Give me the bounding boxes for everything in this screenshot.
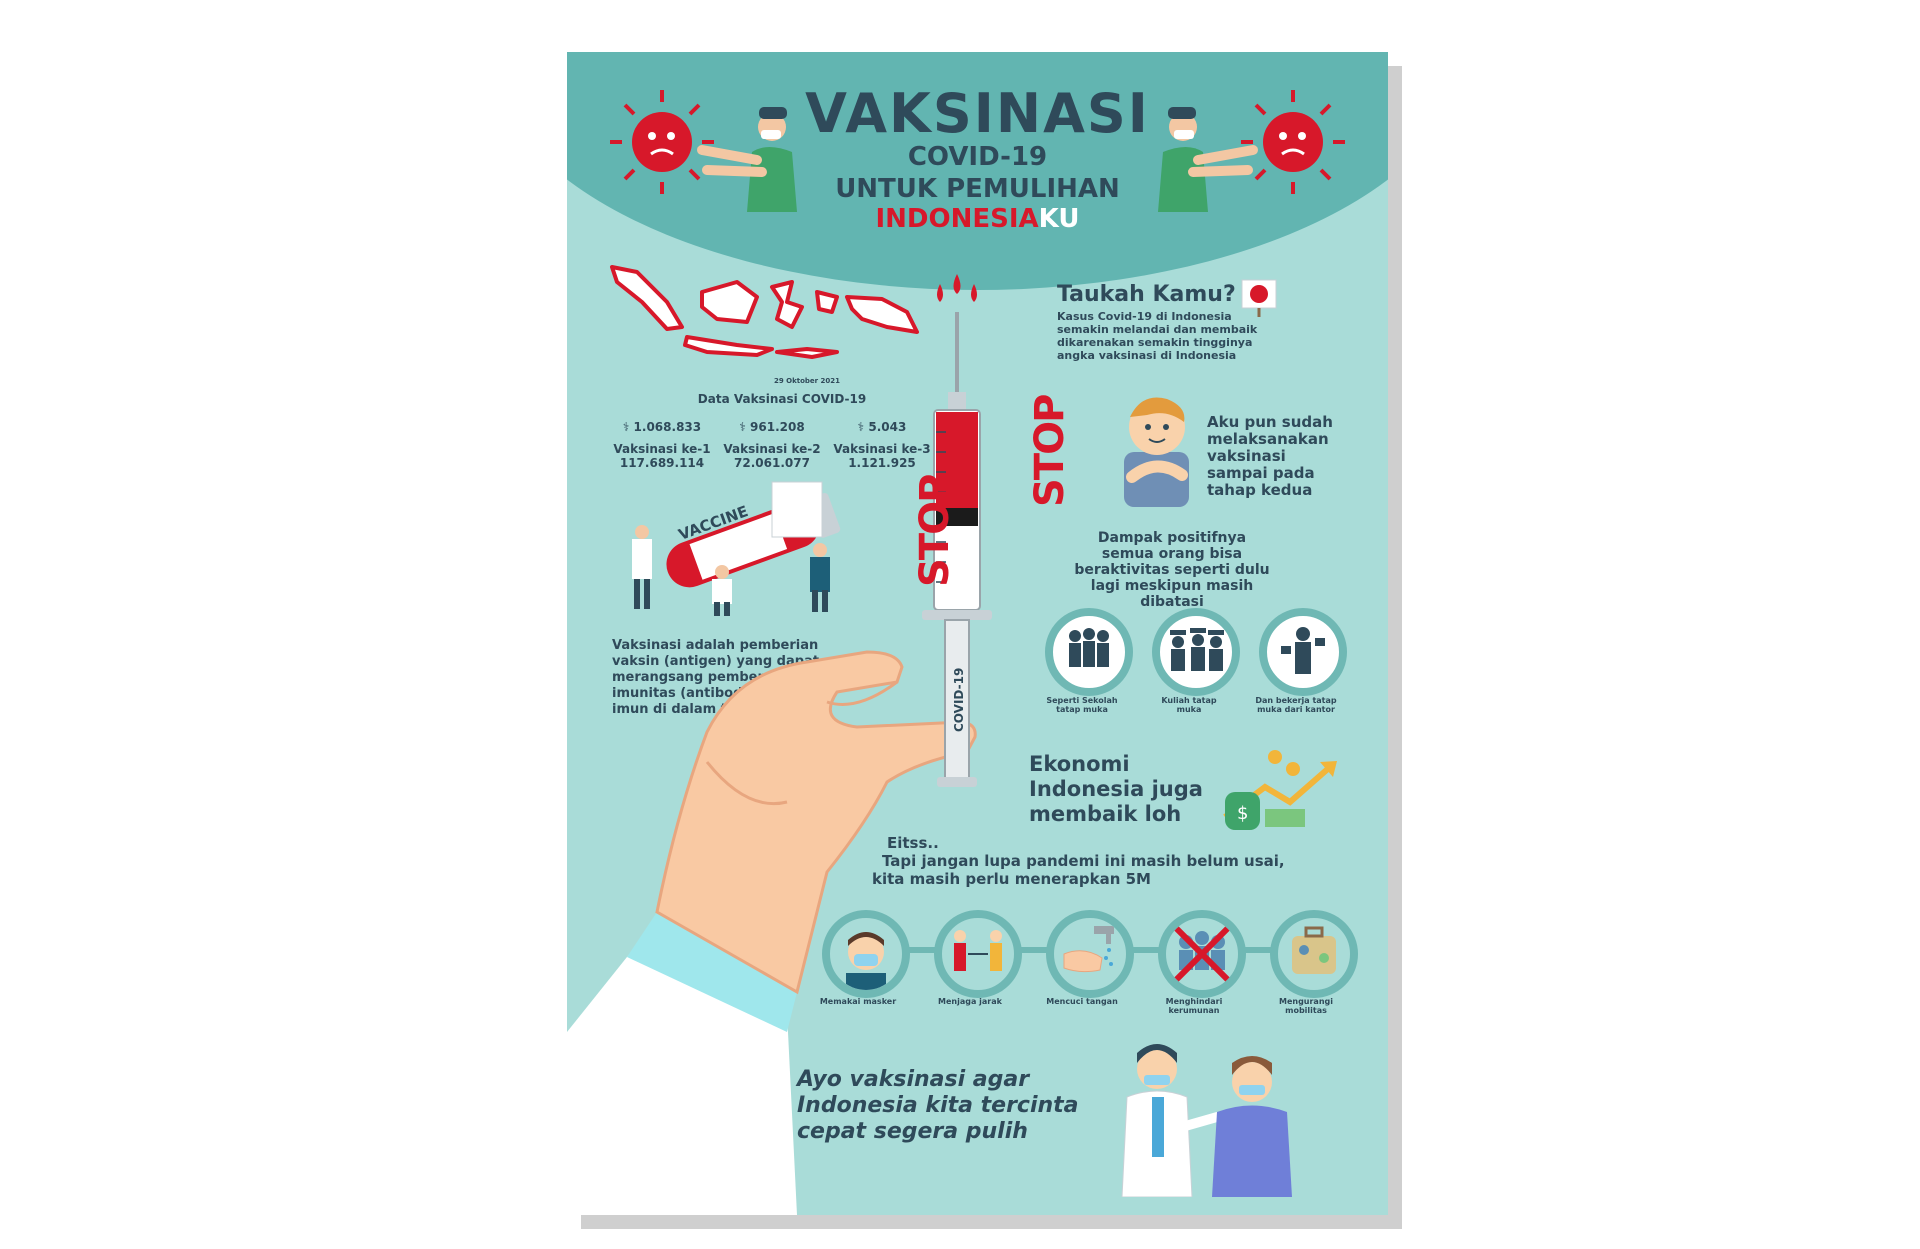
- vaccinated-kid-illustration: [1124, 397, 1189, 507]
- activity-caption-school: Seperti Sekolah tatap muka: [1046, 696, 1118, 714]
- five-m-circle-wash: [1046, 910, 1134, 998]
- stat-value: 117.689.114: [619, 456, 705, 470]
- title-ku: KU: [1038, 204, 1080, 234]
- reminder-line3: kita masih perlu menerapkan 5M: [872, 870, 1151, 888]
- five-m-caption-mask: Memakai masker: [819, 997, 897, 1006]
- five-m-caption-crowd: Menghindari kerumunan: [1165, 997, 1223, 1015]
- closing-text: Ayo vaksinasi agar Indonesia kita tercin…: [797, 1067, 1079, 1144]
- stat-top-value: 5.043: [868, 420, 907, 434]
- stat-top: ⚕ 961.208: [717, 420, 827, 434]
- five-m-circle-mask: [822, 910, 910, 998]
- students-icon: [1069, 628, 1109, 667]
- five-m-circle-distance: [934, 910, 1022, 998]
- activity-circle-college: [1152, 608, 1240, 696]
- graduates-icon: [1170, 628, 1224, 671]
- syringe-small-icon: ⚕: [622, 420, 630, 434]
- stop-stamp-right: STOP: [1027, 395, 1073, 507]
- activity-caption-office: Dan bekerja tatap muka dari kantor: [1255, 696, 1337, 714]
- positive-impact-text: Dampak positifnya semua orang bisa berak…: [1074, 530, 1270, 610]
- doctor-icon: [1121, 1044, 1222, 1197]
- money-growth-icon: $: [1223, 750, 1337, 830]
- luggage-icon: [1292, 926, 1336, 974]
- five-m-caption-wash: Mencuci tangan: [1046, 997, 1118, 1006]
- infographic-poster: VAKSINASI COVID-19 UNTUK PEMULIHAN INDON…: [567, 52, 1388, 1215]
- syringe-small-icon: ⚕: [857, 420, 865, 434]
- keep-distance-icon: [954, 930, 1002, 971]
- five-m-caption-distance: Menjaga jarak: [938, 997, 1002, 1006]
- syringe-covid-label: COVID-19: [952, 667, 966, 732]
- economy-text: Ekonomi Indonesia juga membaik loh: [1029, 752, 1203, 826]
- stat-value: 72.061.077: [734, 456, 810, 470]
- stat-label: Vaksinasi ke-1: [613, 442, 711, 456]
- stop-stamp-left: STOP: [912, 475, 958, 587]
- stat-dose-2: ⚕ 961.208 Vaksinasi ke-2 72.061.077: [717, 420, 827, 470]
- activity-caption-college: Kuliah tatap muka: [1161, 696, 1217, 714]
- stat-top: ⚕ 1.068.833: [607, 420, 717, 434]
- syringe-small-icon: ⚕: [739, 420, 746, 434]
- face-mask-icon: [846, 932, 886, 990]
- avoid-crowd-icon: [1173, 925, 1231, 983]
- already-vaccinated-text: Aku pun sudah melaksanakan vaksinasi sam…: [1207, 413, 1333, 499]
- reminder-line1: Eitss..: [887, 834, 939, 852]
- title-indonesia: INDONESIA: [875, 204, 1039, 234]
- activity-circle-school: [1045, 608, 1133, 696]
- did-you-know-title: Taukah Kamu?: [1057, 282, 1236, 307]
- svg-text:$: $: [1237, 803, 1248, 824]
- title-indonesiaku: INDONESIAKU: [567, 204, 1388, 234]
- title-covid: COVID-19: [907, 142, 1048, 172]
- title-untuk-pemulihan: UNTUK PEMULIHAN: [835, 174, 1120, 204]
- stat-dose-1: ⚕ 1.068.833 Vaksinasi ke-1 117.689.114: [607, 420, 717, 470]
- patient-icon: [1212, 1056, 1292, 1197]
- activity-circle-office: [1259, 608, 1347, 696]
- stat-top-value: 961.208: [750, 420, 805, 434]
- did-you-know-body: Kasus Covid-19 di Indonesia semakin mela…: [1057, 310, 1258, 362]
- wash-hands-icon: [1063, 926, 1114, 973]
- title-vaksinasi: VAKSINASI: [805, 82, 1150, 145]
- office-worker-icon: [1281, 627, 1325, 674]
- indonesia-map-icon: [610, 265, 919, 359]
- stat-top-value: 1.068.833: [633, 420, 702, 434]
- five-m-circle-crowd: [1158, 910, 1246, 998]
- data-date: 29 Oktober 2021: [773, 377, 841, 385]
- doctor-vaccinating-illustration: [1121, 1044, 1292, 1197]
- five-m-caption-mobility: Mengurangi mobilitas: [1278, 997, 1333, 1015]
- vaccine-tube-illustration: [632, 481, 841, 616]
- stat-label: Vaksinasi ke-2: [723, 442, 821, 456]
- blood-drop-icon: [937, 274, 977, 302]
- five-m-circle-mobility: [1270, 910, 1358, 998]
- data-heading: Data Vaksinasi COVID-19: [697, 392, 867, 406]
- reminder-line2: Tapi jangan lupa pandemi ini masih belum…: [882, 852, 1285, 870]
